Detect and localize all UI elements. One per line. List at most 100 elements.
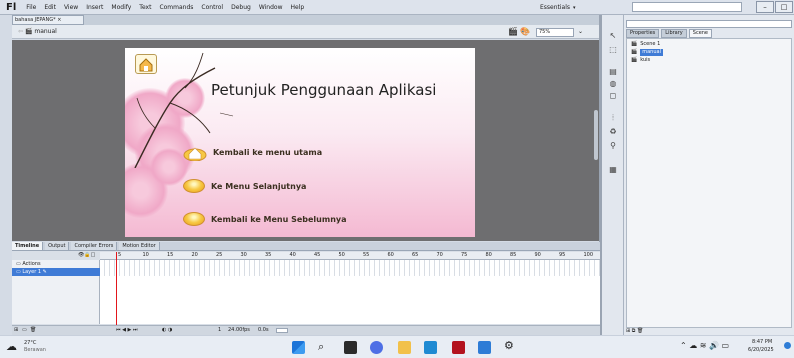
menu-debug[interactable]: Debug <box>227 4 255 11</box>
menu-file[interactable]: File <box>22 4 40 11</box>
file-explorer-icon[interactable] <box>398 341 411 354</box>
pencil-icon: ✎ <box>42 269 47 275</box>
menu-modify[interactable]: Modify <box>107 4 135 11</box>
layer-header-icons: 👁🔒□ <box>78 252 95 258</box>
ruler-tick-label: 70 <box>436 252 443 258</box>
new-layer-icon[interactable]: ⊞ <box>14 326 18 335</box>
playhead[interactable] <box>116 252 117 325</box>
windows-start-icon[interactable] <box>292 341 305 354</box>
settings-icon[interactable]: ⚙ <box>504 339 514 352</box>
delete-scene-icon[interactable]: 🗑 <box>637 328 643 334</box>
chevron-down-icon[interactable]: ⌄ <box>578 28 583 35</box>
tray-icons[interactable]: ⌃ ☁ ≋ 🔊 ▭ <box>680 341 729 350</box>
vscode-icon[interactable] <box>424 341 437 354</box>
tab-timeline[interactable]: Timeline <box>12 242 44 250</box>
scene-item-label: manual <box>640 49 663 56</box>
ruler-tick-label: 80 <box>485 252 492 258</box>
notification-icon[interactable] <box>784 342 791 349</box>
subselect-tool-icon[interactable]: ⬚ <box>607 45 619 55</box>
delete-layer-icon[interactable]: 🗑 <box>30 326 36 335</box>
outline-icon[interactable]: □ <box>91 252 96 258</box>
home-button[interactable] <box>135 54 157 74</box>
list-item[interactable]: 🎬 Scene 1 <box>631 41 660 48</box>
ruler-tick-label: 10 <box>142 252 149 258</box>
vertical-scrollbar[interactable] <box>594 110 598 160</box>
scene-icon: 🎬 <box>631 41 638 47</box>
frame-tool-icon[interactable]: ◻ <box>607 91 619 101</box>
arrow-left-icon[interactable]: ⇦ <box>18 28 23 35</box>
onion-skin-icon[interactable]: ◐ ◑ <box>162 326 172 335</box>
search-icon[interactable]: ⌕ <box>318 340 324 354</box>
flash-app-icon[interactable] <box>452 341 465 354</box>
motion-tool-icon[interactable]: ♻ <box>607 127 619 137</box>
list-item[interactable]: 🎬 manual <box>631 49 663 56</box>
nav-previous-label: Kembali ke Menu Sebelumnya <box>211 214 347 224</box>
task-view-icon[interactable] <box>344 341 357 354</box>
info-tool-icon[interactable]: ▦ <box>607 165 619 175</box>
zoom-select[interactable]: 75% <box>536 28 574 37</box>
tab-compiler-errors[interactable]: Compiler Errors <box>71 242 118 250</box>
layer-name: Layer 1 <box>22 269 42 275</box>
nav-next-label: Ke Menu Selanjutnya <box>211 181 307 191</box>
nav-home[interactable]: Kembali ke menu utama <box>183 143 322 161</box>
weather-icon[interactable]: ☁ <box>6 340 17 353</box>
menu-view[interactable]: View <box>60 4 82 11</box>
app-logo: Fl <box>6 1 17 13</box>
maximize-button[interactable]: □ <box>775 1 793 13</box>
frame-ruler[interactable]: 5 10 15 20 25 30 35 40 45 50 55 60 65 70 75 80 85 90 95 100 <box>100 252 600 260</box>
color-tool-icon[interactable]: ◍ <box>607 79 619 89</box>
chat-icon[interactable] <box>370 341 383 354</box>
zoom-value: 75% <box>539 29 551 35</box>
menu-commands[interactable]: Commands <box>155 4 197 11</box>
ruler-tick-label: 75 <box>461 252 468 258</box>
tab-properties[interactable]: Properties <box>626 29 660 38</box>
nav-next[interactable]: Ke Menu Selanjutnya <box>183 179 306 193</box>
scene-icon: 🎬 <box>631 57 638 63</box>
help-search-input[interactable] <box>632 2 742 12</box>
bone-tool-icon[interactable]: ⚲ <box>607 141 619 151</box>
menu-insert[interactable]: Insert <box>82 4 107 11</box>
minimize-button[interactable]: – <box>756 1 774 13</box>
tab-scene[interactable]: Scene <box>688 29 713 38</box>
photos-icon[interactable] <box>478 341 491 354</box>
components-tool-icon[interactable]: ⦙ <box>607 113 619 123</box>
frame-area[interactable] <box>100 260 600 324</box>
timeline-panel: Timeline Output Compiler Errors Motion E… <box>12 242 600 335</box>
layer-row-layer1[interactable]: ▭ Layer 1 ✎ <box>12 268 100 276</box>
tab-output[interactable]: Output <box>45 242 70 250</box>
workspace-switcher[interactable]: Essentials ▾ <box>540 2 630 13</box>
edit-scene-icon[interactable]: 🎬 <box>508 27 518 36</box>
close-icon[interactable]: × <box>57 17 61 23</box>
transform-tool-icon[interactable]: ▤ <box>607 67 619 77</box>
scene-item-label: kuis <box>640 57 651 63</box>
duplicate-scene-icon[interactable]: ⧉ <box>632 328 636 334</box>
menu-edit[interactable]: Edit <box>40 4 60 11</box>
nav-previous[interactable]: Kembali ke Menu Sebelumnya <box>183 212 347 226</box>
clock-time: 8:47 PM <box>752 339 773 345</box>
timeline-scrollbar[interactable] <box>276 328 288 333</box>
tab-library[interactable]: Library <box>661 29 687 38</box>
home-icon <box>183 147 207 161</box>
tab-motion-editor[interactable]: Motion Editor <box>119 242 160 250</box>
add-scene-icon[interactable]: ⊞ <box>626 328 630 334</box>
ruler-tick-label: 65 <box>412 252 419 258</box>
current-frame: 1 <box>218 327 222 333</box>
weather-temp: 27°C <box>24 340 37 346</box>
scene-name: manual <box>34 28 57 35</box>
layer-row-actions[interactable]: ▭ Actions <box>12 260 100 268</box>
document-tab[interactable]: bahasa JEPANG* × <box>12 15 84 25</box>
menu-control[interactable]: Control <box>197 4 227 11</box>
edit-symbol-icon[interactable]: 🎨 <box>520 27 530 36</box>
menu-help[interactable]: Help <box>287 4 309 11</box>
menu-window[interactable]: Window <box>255 4 287 11</box>
list-item[interactable]: 🎬 kuis <box>631 57 650 64</box>
page-title: Petunjuk Penggunaan Aplikasi <box>211 81 437 99</box>
stage[interactable]: Petunjuk Penggunaan Aplikasi Kembali ke … <box>125 48 475 237</box>
new-folder-icon[interactable]: ▭ <box>22 326 27 335</box>
ruler-tick-label: 40 <box>289 252 296 258</box>
menu-text[interactable]: Text <box>135 4 155 11</box>
document-tabs: bahasa JEPANG* × <box>12 15 600 25</box>
playback-controls[interactable]: ⏮ ◀ ▶ ⏭ <box>116 326 137 335</box>
layer-icon: ▭ <box>16 269 21 275</box>
selection-tool-icon[interactable]: ↖ <box>607 31 619 41</box>
